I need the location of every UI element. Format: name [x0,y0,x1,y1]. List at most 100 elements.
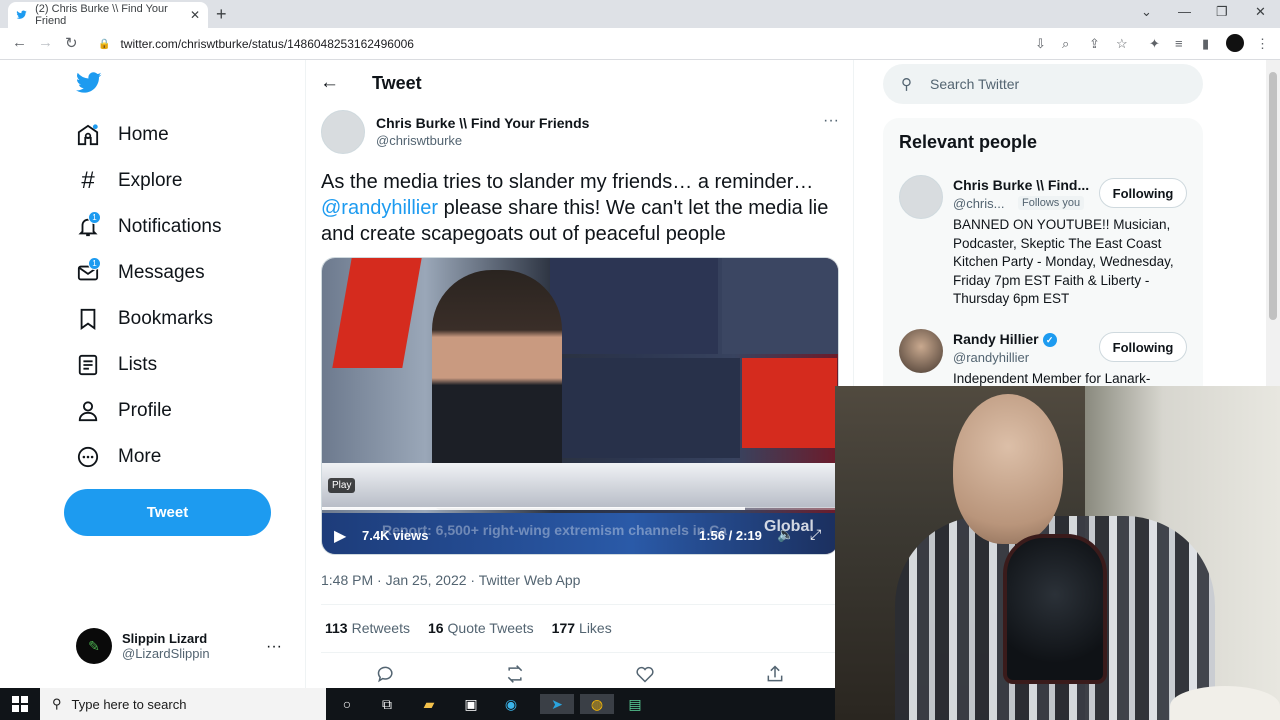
retweet-icon[interactable] [505,664,525,689]
following-button[interactable]: Following [1099,178,1187,208]
tab-close-icon[interactable]: ✕ [190,8,200,22]
maximize-icon[interactable]: ❐ [1216,4,1228,20]
search-icon: ⚲ [52,696,62,711]
video-progress[interactable] [322,507,838,510]
browser-tab[interactable]: (2) Chris Burke \\ Find Your Friend ✕ [8,2,208,28]
url-text: twitter.com/chriswtburke/status/14860482… [120,37,414,51]
chrome-icon[interactable]: ◍ [580,694,614,714]
video-views: 7.4K views [362,528,429,543]
bookmark-star-icon[interactable]: ☆ [1116,36,1128,52]
telegram-icon[interactable]: ➤ [540,694,574,714]
cortana-icon[interactable]: ○ [336,694,358,714]
browser-tabbar: (2) Chris Burke \\ Find Your Friend ✕ + … [0,0,1280,28]
author-avatar[interactable] [321,110,365,154]
side-panel-icon[interactable]: ▮ [1202,36,1209,52]
window-close-icon[interactable]: ✕ [1255,4,1266,20]
nav-bookmarks[interactable]: Bookmarks [76,299,213,339]
more-circle-icon [76,445,100,469]
nav-messages-label: Messages [118,262,205,283]
reload-icon[interactable]: ↻ [65,34,78,52]
nav-lists[interactable]: Lists [76,345,157,385]
nav-lists-label: Lists [118,354,158,375]
edge-icon[interactable]: ◉ [500,694,522,714]
task-view-icon[interactable]: ⧉ [376,694,398,714]
nav-notifications-label: Notifications [118,216,222,237]
tweet-stats: 113 Retweets 16 Quote Tweets 177 Likes [325,620,612,636]
tweet-button[interactable]: Tweet [64,489,271,536]
author-name[interactable]: Chris Burke \\ Find Your Friends [376,115,589,131]
back-icon[interactable]: ← [12,34,27,51]
zoom-icon[interactable]: ⌕ [1062,36,1069,52]
volume-icon[interactable]: 🔈 [777,526,794,543]
extensions-icon[interactable]: ✦ [1149,36,1160,52]
account-more-icon[interactable]: ··· [266,638,282,656]
tab-search-icon[interactable]: ⌄ [1141,4,1152,20]
person-name[interactable]: Chris Burke \\ Find... [953,177,1089,193]
nav-messages[interactable]: 1 Messages [76,253,205,293]
windows-taskbar: ⚲ Type here to search ○ ⧉ ▰ ▣ ◉ ➤ ◍ ▤ [0,688,835,720]
tweet-meta[interactable]: 1:48 PM · Jan 25, 2022 · Twitter Web App [321,572,580,588]
person-handle[interactable]: @randyhillier [953,350,1029,365]
likes-stat[interactable]: 177 Likes [552,620,612,636]
fullscreen-icon[interactable]: ⤢ [810,526,821,543]
microphone [1003,534,1107,684]
taskbar-search[interactable]: ⚲ Type here to search [40,688,326,720]
nav-notifications[interactable]: 1 Notifications [76,207,222,247]
person-name[interactable]: Randy Hillier ✓ [953,331,1057,348]
file-explorer-icon[interactable]: ▰ [418,694,440,714]
video-time: 1:56 / 2:19 [699,528,762,543]
nav-profile-label: Profile [118,400,172,421]
account-switcher[interactable]: ✎ Slippin Lizard @LizardSlippin [76,628,210,664]
new-tab-icon[interactable]: + [216,4,227,25]
scrollbar-thumb[interactable] [1269,72,1277,320]
nav-explore[interactable]: # Explore [76,161,182,201]
app-icon[interactable]: ▣ [460,694,482,714]
follows-you-badge: Follows you [1018,196,1085,210]
search-icon: ⚲ [901,76,912,93]
studio-desk [322,463,838,508]
bell-icon: 1 [76,211,101,239]
home-icon [76,123,100,147]
tweet-text-line1: As the media tries to slander my friends… [321,171,814,193]
video-panel [550,258,718,354]
install-icon[interactable]: ⇩ [1035,36,1046,52]
browser-menu-icon[interactable]: ⋮ [1256,36,1269,52]
reply-icon[interactable] [376,664,396,689]
search-placeholder: Search Twitter [930,76,1020,92]
address-bar[interactable]: 🔒 twitter.com/chriswtburke/status/148604… [90,32,1030,56]
nav-home-label: Home [118,124,169,145]
nav-home[interactable]: Home [76,115,169,155]
following-button[interactable]: Following [1099,332,1187,362]
media-control-icon[interactable]: ≡ [1175,36,1183,51]
like-icon[interactable] [635,664,655,689]
windows-start-icon[interactable] [12,696,28,712]
search-twitter-input[interactable]: ⚲ Search Twitter [883,64,1203,104]
author-handle[interactable]: @chriswtburke [376,133,462,148]
account-avatar: ✎ [76,628,112,664]
page-scrollbar[interactable] [1266,60,1280,386]
person-handle[interactable]: @chris... [953,196,1004,211]
nav-more-label: More [118,446,162,467]
back-arrow-icon[interactable]: ← [320,72,339,94]
nav-more[interactable]: More [76,437,161,477]
forward-icon[interactable]: → [38,34,53,51]
share-tweet-icon[interactable] [765,664,785,689]
mention-link[interactable]: @randyhillier [321,197,438,219]
profile-avatar[interactable] [1226,34,1244,52]
app-icon[interactable]: ▤ [624,694,646,714]
share-icon[interactable]: ⇪ [1089,36,1100,52]
tweet-video[interactable]: Report: 6,500+ right-wing extremism chan… [321,257,839,555]
video-panel [550,358,740,458]
tweet-more-icon[interactable]: ··· [823,112,839,130]
retweets-stat[interactable]: 113 Retweets [325,620,410,636]
minimize-icon[interactable]: — [1178,4,1191,19]
play-tooltip: Play [328,478,356,493]
play-icon[interactable]: ▶ [334,526,346,546]
person-avatar[interactable] [899,329,943,373]
twitter-logo-icon[interactable] [76,72,102,94]
video-ticker: Report: 6,500+ right-wing extremism chan… [382,522,728,538]
nav-profile[interactable]: Profile [76,391,172,431]
person-avatar[interactable] [899,175,943,219]
account-handle: @LizardSlippin [122,646,210,661]
quote-tweets-stat[interactable]: 16 Quote Tweets [428,620,534,636]
